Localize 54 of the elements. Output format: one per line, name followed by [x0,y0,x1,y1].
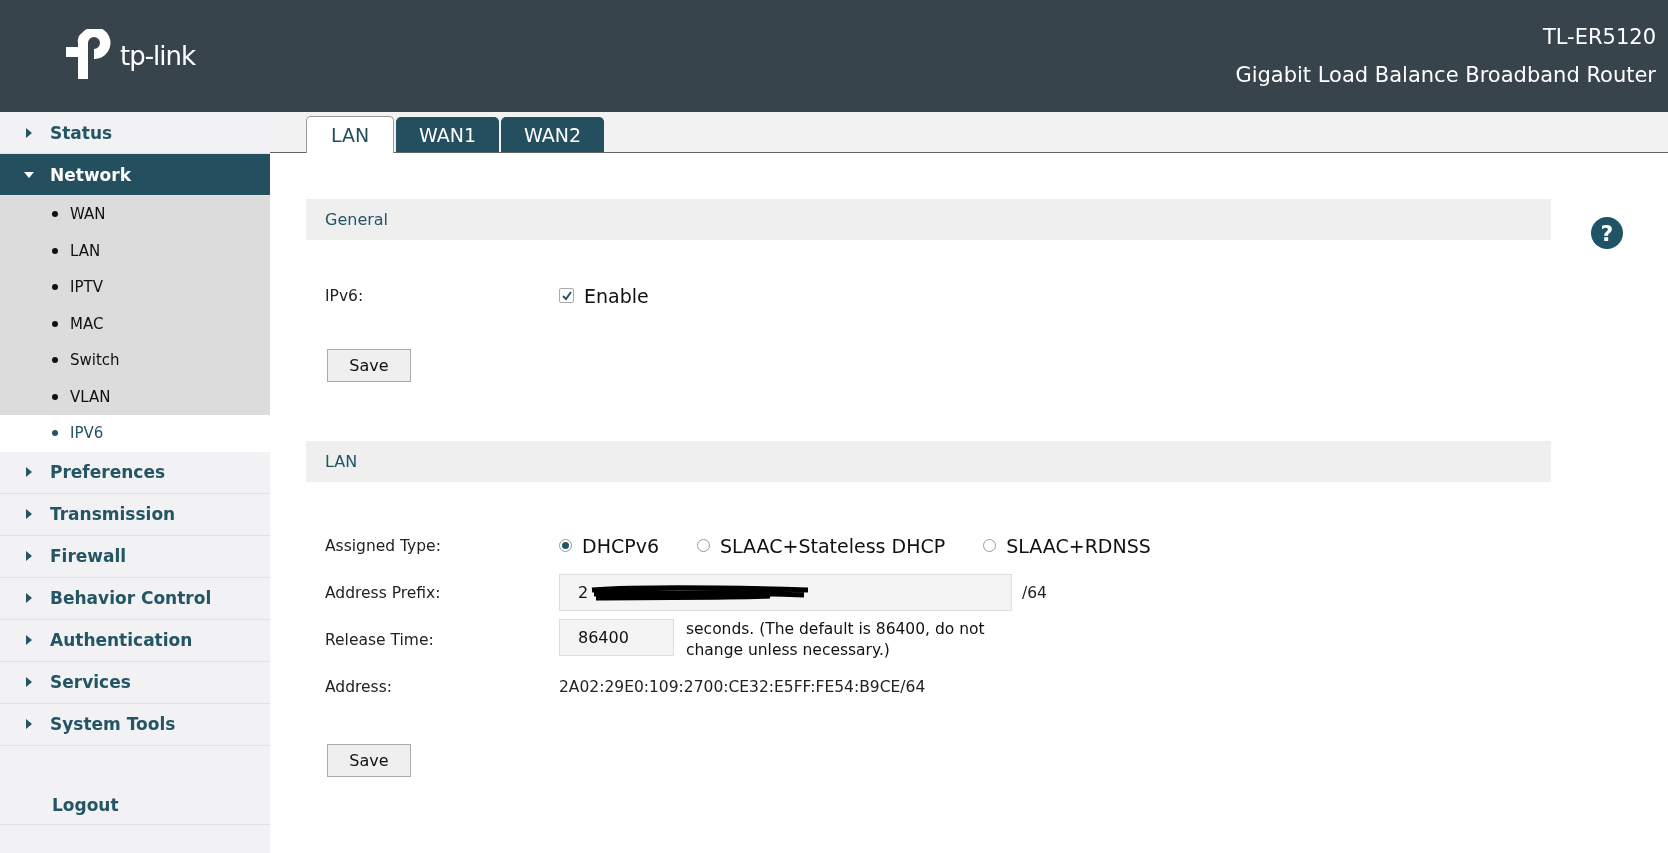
bullet-icon [52,393,58,400]
submenu-item[interactable]: IPV6 [0,415,270,452]
bullet-icon [52,430,58,437]
caret-down-icon [24,169,34,180]
submenu-item[interactable]: LAN [0,232,270,269]
radio-label: DHCPv6 [582,534,659,557]
caret-right-icon [24,127,34,138]
tab[interactable]: WAN1 [396,117,500,152]
checkbox[interactable] [559,288,574,303]
radio-label: SLAAC+Stateless DHCP [720,534,946,557]
logout-link[interactable]: Logout [0,785,270,825]
field-label: Assigned Type: [325,536,442,555]
checkbox-label: Enable [584,284,649,307]
field-label: Address: [325,677,393,696]
caret-right-icon [24,719,34,729]
caret-right-icon [24,635,34,645]
save-button[interactable]: Save [327,744,411,777]
bullet-icon [52,211,58,218]
bullet-icon [52,247,58,254]
radio-button[interactable] [983,539,997,552]
caret-right-icon [24,467,34,477]
submenu-item[interactable]: Switch [0,342,270,379]
save-button[interactable]: Save [327,349,411,382]
radio-button[interactable] [559,539,572,552]
field-label: Release Time: [325,630,435,649]
radio-label: SLAAC+RDNSS [1006,534,1151,557]
field-label: Address Prefix: [325,583,442,602]
submenu-item[interactable]: MAC [0,305,270,342]
bullet-icon [52,284,58,291]
sidebar-item[interactable]: Network [0,154,270,196]
model-name: TL-ER5120 [1542,25,1656,49]
bullet-icon [52,357,58,364]
caret-right-icon [24,551,34,561]
radio-button[interactable] [697,539,710,552]
field-label: IPv6: [325,286,365,305]
help-button[interactable]: ? [1591,217,1623,249]
address-value: 2A02:29E0:109:2700:CE32:E5FF:FE54:B9CE/64 [559,677,927,696]
submenu-item[interactable]: IPTV [0,269,270,306]
section-header: LAN [306,441,1551,482]
prefix-suffix: /64 [1022,583,1047,602]
hint-text: seconds. (The default is 86400, do not change unless necessary.) [686,618,986,661]
input-field[interactable]: 2 [559,574,1012,611]
caret-right-icon [24,677,34,687]
input-field[interactable]: 86400 [559,618,674,656]
caret-right-icon [24,593,34,603]
tab[interactable]: LAN [306,116,394,153]
bullet-icon [52,320,58,327]
section-header: General [306,199,1551,240]
submenu-item[interactable]: VLAN [0,378,270,415]
tab[interactable]: WAN2 [501,117,605,152]
logo-text: tp-link [120,41,196,71]
product-name: Gigabit Load Balance Broadband Router [1235,63,1656,87]
caret-right-icon [24,509,34,519]
submenu-item[interactable]: WAN [0,196,270,233]
